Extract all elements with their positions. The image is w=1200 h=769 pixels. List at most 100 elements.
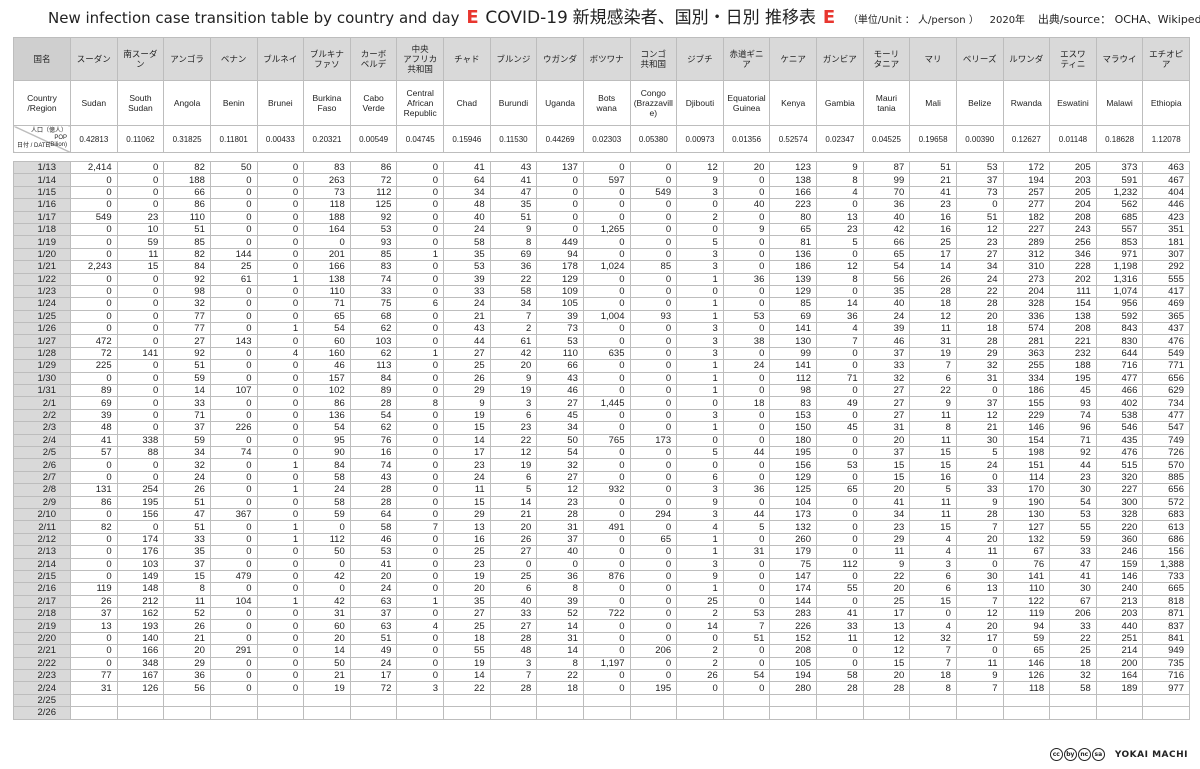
case-count-cell: 82 — [70, 520, 118, 534]
case-count-cell: 25 — [676, 594, 724, 609]
country-jp-name: 南スーダン — [116, 37, 165, 81]
case-count-cell — [629, 706, 678, 720]
case-count-cell: 47 — [1049, 557, 1097, 571]
case-count-cell: 31 — [536, 631, 584, 646]
case-count-cell: 205 — [1049, 185, 1097, 200]
case-count-cell: 0 — [629, 656, 678, 671]
case-count-cell: 82 — [163, 160, 211, 175]
case-count-cell: 0 — [209, 668, 258, 683]
case-count-cell: 0 — [582, 668, 631, 683]
case-count-cell: 15 — [862, 656, 911, 671]
case-count-cell: 55 — [816, 582, 864, 596]
country-jp-name: エスワ ティニ — [1049, 37, 1097, 81]
case-count-cell: 37 — [349, 607, 398, 621]
case-count-cell: 48 — [443, 198, 491, 212]
case-count-cell: 0 — [116, 408, 165, 423]
case-count-cell: 31 — [70, 681, 118, 695]
date-cell: 2/26 — [13, 706, 71, 720]
country-jp-name: スーダン — [70, 37, 118, 81]
case-count-cell: 74 — [1049, 408, 1097, 423]
date-cell: 1/30 — [13, 371, 71, 386]
title-unit: （単位/Unit ： 人/person ） — [847, 15, 979, 26]
case-count-cell: 24 — [163, 470, 211, 485]
case-count-cell: 41 — [909, 185, 957, 200]
case-count-cell: 13 — [816, 210, 864, 224]
case-count-cell: 885 — [1142, 470, 1190, 485]
case-count-cell: 256 — [1049, 235, 1097, 249]
case-count-cell: 0 — [209, 495, 258, 509]
case-count-cell: 30 — [1049, 582, 1097, 596]
case-count-cell: 27 — [862, 408, 911, 423]
case-count-cell: 11 — [862, 545, 911, 559]
case-count-cell: 24 — [443, 297, 491, 311]
case-count-cell — [1049, 693, 1097, 708]
case-count-cell: 0 — [582, 619, 631, 633]
case-count-cell: 153 — [769, 408, 817, 423]
case-count-cell — [1002, 706, 1051, 720]
case-count-cell: 32 — [163, 458, 211, 472]
table-row: 2/19 13 193 26 0 0 60 63 4 25 27 14 0 0 14 7 226 33 13 4 20 9… — [13, 619, 1190, 633]
case-count-cell: 294 — [629, 507, 678, 522]
case-count-cell: 26 — [163, 619, 211, 633]
case-count-cell: 0 — [396, 408, 444, 423]
case-count-cell: 41 — [816, 607, 864, 621]
case-count-cell — [70, 693, 118, 708]
case-count-cell: 291 — [209, 644, 258, 658]
case-count-cell: 0 — [396, 235, 444, 249]
case-count-cell: 195 — [116, 495, 165, 509]
case-count-cell — [1002, 693, 1051, 708]
case-count-cell: 50 — [209, 160, 258, 175]
case-count-cell: 0 — [70, 185, 118, 200]
case-count-cell: 85 — [629, 260, 678, 274]
case-count-cell: 25 — [1049, 644, 1097, 658]
case-count-cell: 114 — [1002, 470, 1051, 485]
case-count-cell: 14 — [489, 495, 538, 509]
case-count-cell: 0 — [582, 594, 631, 609]
case-count-cell: 147 — [769, 569, 817, 584]
case-count-cell — [816, 706, 864, 720]
case-count-cell: 146 — [1095, 569, 1144, 584]
case-count-cell: 39 — [536, 594, 584, 609]
case-count-cell: 0 — [396, 495, 444, 509]
case-count-cell: 0 — [70, 247, 118, 262]
date-cell: 2/8 — [13, 483, 71, 497]
case-count-cell: 0 — [629, 582, 678, 596]
case-count-cell: 15 — [443, 421, 491, 435]
case-count-cell: 84 — [163, 260, 211, 274]
case-count-cell: 0 — [396, 470, 444, 485]
case-count-cell: 181 — [1142, 235, 1190, 249]
case-count-cell: 1 — [676, 421, 724, 435]
case-count-cell: 28 — [816, 681, 864, 695]
case-count-cell: 104 — [769, 495, 817, 509]
case-count-cell: 20 — [303, 631, 351, 646]
case-count-cell: 51 — [955, 210, 1004, 224]
case-count-cell: 34 — [862, 507, 911, 522]
case-count-cell: 83 — [769, 396, 817, 410]
date-cell: 2/24 — [13, 681, 71, 695]
case-count-cell: 307 — [1142, 247, 1190, 262]
case-count-cell: 8 — [816, 173, 864, 187]
case-count-cell: 25 — [862, 594, 911, 609]
case-count-cell: 7 — [489, 668, 538, 683]
case-count-cell: 35 — [163, 545, 211, 559]
case-count-cell: 0 — [70, 631, 118, 646]
case-count-cell: 6 — [396, 297, 444, 311]
case-count-cell — [909, 706, 957, 720]
case-count-cell: 193 — [116, 619, 165, 633]
case-count-cell: 74 — [349, 272, 398, 286]
case-count-cell: 0 — [116, 173, 165, 187]
case-count-cell: 1,074 — [1095, 284, 1144, 299]
case-count-cell: 0 — [722, 384, 771, 398]
case-count-cell: 25 — [443, 545, 491, 559]
case-count-cell: 0 — [816, 470, 864, 485]
case-count-cell: 0 — [582, 210, 631, 224]
case-count-cell: 0 — [209, 359, 258, 373]
case-count-cell: 20 — [955, 309, 1004, 324]
case-count-cell: 12 — [676, 160, 724, 175]
case-count-cell: 129 — [769, 470, 817, 485]
case-count-cell: 1,232 — [1095, 185, 1144, 200]
case-count-cell: 75 — [349, 297, 398, 311]
case-count-cell: 50 — [536, 433, 584, 448]
case-count-cell: 9 — [489, 222, 538, 237]
case-count-cell: 0 — [396, 371, 444, 386]
